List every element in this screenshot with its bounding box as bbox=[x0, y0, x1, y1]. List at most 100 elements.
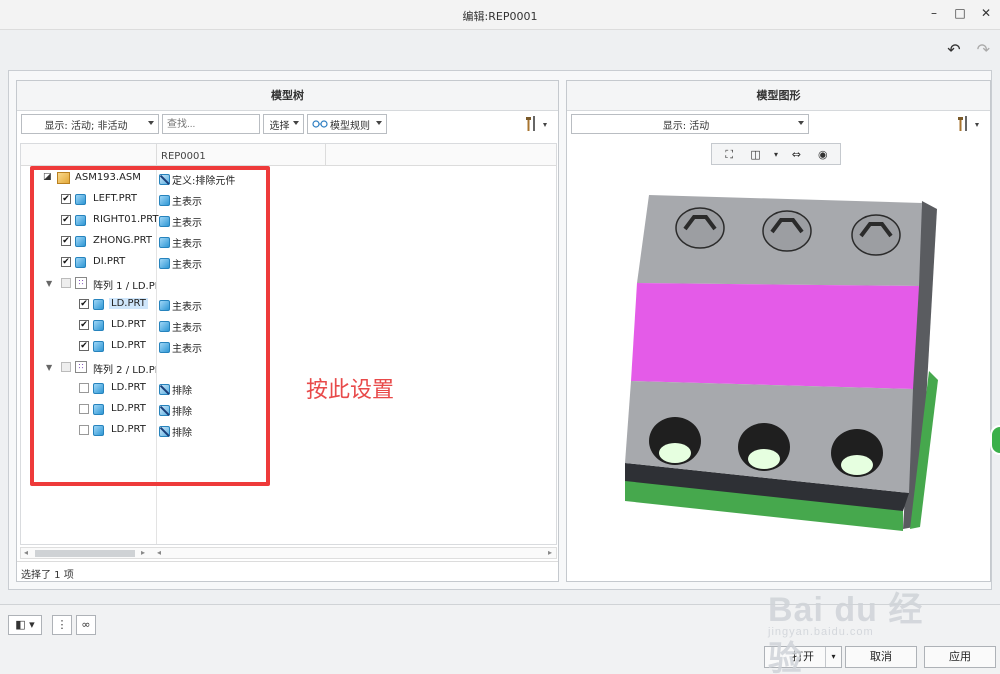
pan-icon[interactable]: ⇔ bbox=[786, 146, 806, 162]
tree-item-status: 排除 bbox=[159, 424, 192, 439]
part-icon bbox=[75, 257, 86, 268]
horizontal-scrollbar[interactable]: ◂ ▸ ◂ ▸ bbox=[20, 547, 557, 559]
exclude-icon bbox=[159, 426, 170, 437]
row-checkbox[interactable]: ✔ bbox=[61, 215, 71, 225]
model-3d-view[interactable] bbox=[567, 171, 992, 581]
status-text: 主表示 bbox=[172, 218, 202, 229]
display-filter-dropdown[interactable]: 显示: 活动; 非活动 bbox=[21, 114, 159, 134]
chevron-down-icon[interactable]: ▾ bbox=[772, 146, 780, 162]
row-checkbox[interactable] bbox=[79, 425, 89, 435]
scroll-right-icon[interactable]: ▸ bbox=[141, 548, 145, 557]
maximize-icon[interactable]: □ bbox=[954, 6, 966, 20]
expand-triangle-icon[interactable]: ▼ bbox=[46, 363, 52, 372]
pattern-icon: ∷ bbox=[75, 361, 87, 373]
model-tree-title: 模型树 bbox=[17, 81, 558, 111]
part-icon bbox=[75, 236, 86, 247]
row-checkbox[interactable]: ✔ bbox=[61, 257, 71, 267]
selection-status: 选择了 1 项 bbox=[17, 561, 558, 581]
model-graphics-title: 模型图形 bbox=[567, 81, 990, 111]
expand-triangle-icon[interactable]: ▼ bbox=[46, 279, 52, 288]
model-tree-panel: 模型树 显示: 活动; 非活动 选择 模型规则 bbox=[16, 80, 559, 582]
chevron-down-icon bbox=[798, 121, 804, 125]
master-rep-icon bbox=[159, 342, 170, 353]
scroll-left-icon[interactable]: ◂ bbox=[157, 548, 161, 557]
tree-row-ld-prt[interactable]: ✔ LD.PRT 主表示 bbox=[21, 315, 556, 336]
status-text: 排除 bbox=[172, 407, 192, 418]
scroll-right-icon[interactable]: ▸ bbox=[548, 548, 552, 557]
tree-row-pattern-2[interactable]: ▼ ∷ 阵列 2 / LD.PRT bbox=[21, 357, 556, 378]
tree-row-di-prt[interactable]: ✔ DI.PRT 主表示 bbox=[21, 252, 556, 273]
exclude-component-icon bbox=[159, 174, 170, 185]
redo-icon[interactable]: ↷ bbox=[977, 40, 990, 59]
tree-row-right01-prt[interactable]: ✔ RIGHT01.PRT 主表示 bbox=[21, 210, 556, 231]
tree-row-ld-prt[interactable]: LD.PRT 排除 bbox=[21, 420, 556, 441]
status-text: 主表示 bbox=[172, 323, 202, 334]
view-toolbar: ⛶ ◫ ▾ ⇔ ◉ bbox=[711, 143, 841, 165]
tree-row-ld-prt[interactable]: ✔ LD.PRT 主表示 bbox=[21, 294, 556, 315]
row-checkbox[interactable] bbox=[79, 383, 89, 393]
baidu-watermark: Bai du 经验 jingyan.baidu.com bbox=[768, 578, 958, 674]
tree-row-assembly[interactable]: ◪ ASM193.ASM 定义:排除元件 bbox=[21, 168, 556, 189]
model-graphics-panel: 模型图形 显示: 活动 ⛶ ◫ ▾ ⇔ ◉ bbox=[566, 80, 991, 582]
tree-item-status: 定义:排除元件 bbox=[159, 172, 235, 187]
tree-row-pattern-1[interactable]: ▼ ∷ 阵列 1 / LD.PRT bbox=[21, 273, 556, 294]
tree-structure-icon[interactable]: ⋮ bbox=[52, 615, 72, 635]
close-icon[interactable]: ✕ bbox=[980, 6, 992, 20]
row-checkbox[interactable]: ✔ bbox=[61, 236, 71, 246]
tree-row-left-prt[interactable]: ✔ LEFT.PRT 主表示 bbox=[21, 189, 556, 210]
minimize-icon[interactable]: – bbox=[928, 6, 940, 20]
saved-orientations-icon[interactable]: ◫ bbox=[746, 146, 766, 162]
watermark-url: jingyan.baidu.com bbox=[768, 626, 874, 638]
settings-tools-icon[interactable] bbox=[524, 114, 554, 134]
part-icon bbox=[93, 404, 104, 415]
row-checkbox[interactable]: ✔ bbox=[79, 320, 89, 330]
panel-layout-icon[interactable]: ◧ ▾ bbox=[8, 615, 42, 635]
glasses-icon[interactable]: ∞ bbox=[76, 615, 96, 635]
side-panel-handle[interactable] bbox=[990, 425, 1000, 455]
tree-row-ld-prt[interactable]: LD.PRT 排除 bbox=[21, 378, 556, 399]
part-icon bbox=[93, 299, 104, 310]
part-icon bbox=[93, 383, 104, 394]
tree-column-header: REP0001 bbox=[21, 144, 556, 166]
select-dropdown[interactable]: 选择 bbox=[263, 114, 304, 134]
glasses-icon bbox=[312, 120, 328, 128]
status-text: 主表示 bbox=[172, 344, 202, 355]
model-rules-dropdown[interactable]: 模型规则 bbox=[307, 114, 387, 134]
tree-row-zhong-prt[interactable]: ✔ ZHONG.PRT 主表示 bbox=[21, 231, 556, 252]
chevron-down-icon bbox=[293, 121, 299, 125]
scrollbar-thumb[interactable] bbox=[35, 550, 135, 557]
undo-redo-group: ↶ ↷ bbox=[947, 40, 990, 59]
part-icon bbox=[75, 215, 86, 226]
graphics-display-label: 显示: 活动 bbox=[662, 120, 710, 132]
status-text: 排除 bbox=[172, 386, 192, 397]
row-checkbox[interactable] bbox=[79, 404, 89, 414]
exclude-icon bbox=[159, 384, 170, 395]
tree-item-status: 排除 bbox=[159, 382, 192, 397]
assembly-icon bbox=[57, 172, 70, 184]
row-checkbox[interactable]: ✔ bbox=[61, 194, 71, 204]
tree-row-ld-prt[interactable]: LD.PRT 排除 bbox=[21, 399, 556, 420]
tree-row-ld-prt[interactable]: ✔ LD.PRT 主表示 bbox=[21, 336, 556, 357]
refit-icon[interactable]: ⛶ bbox=[719, 146, 739, 162]
row-checkbox[interactable] bbox=[61, 362, 71, 372]
tree-item-name: 阵列 2 / LD.PRT bbox=[93, 365, 156, 376]
graphics-settings-tools-icon[interactable] bbox=[956, 114, 986, 134]
graphics-display-dropdown[interactable]: 显示: 活动 bbox=[571, 114, 809, 134]
master-rep-icon bbox=[159, 195, 170, 206]
tree-item-status: 排除 bbox=[159, 403, 192, 418]
master-rep-icon bbox=[159, 216, 170, 227]
tree-item-status: 主表示 bbox=[159, 256, 202, 271]
row-checkbox[interactable]: ✔ bbox=[79, 341, 89, 351]
collapse-icon[interactable]: ◪ bbox=[43, 172, 53, 182]
row-checkbox[interactable]: ✔ bbox=[79, 299, 89, 309]
master-rep-icon bbox=[159, 321, 170, 332]
row-checkbox[interactable] bbox=[61, 278, 71, 288]
view-eye-icon[interactable]: ◉ bbox=[813, 146, 833, 162]
model-tree: REP0001 ◪ ASM193.ASM 定义:排除元件 ✔ LEFT.PRT … bbox=[20, 143, 557, 545]
search-input[interactable] bbox=[162, 114, 260, 134]
undo-icon[interactable]: ↶ bbox=[947, 40, 960, 59]
part-icon bbox=[93, 320, 104, 331]
scroll-left-icon[interactable]: ◂ bbox=[24, 548, 28, 557]
tree-item-name: LD.PRT bbox=[109, 298, 148, 309]
tree-item-name: ASM193.ASM bbox=[75, 172, 141, 183]
